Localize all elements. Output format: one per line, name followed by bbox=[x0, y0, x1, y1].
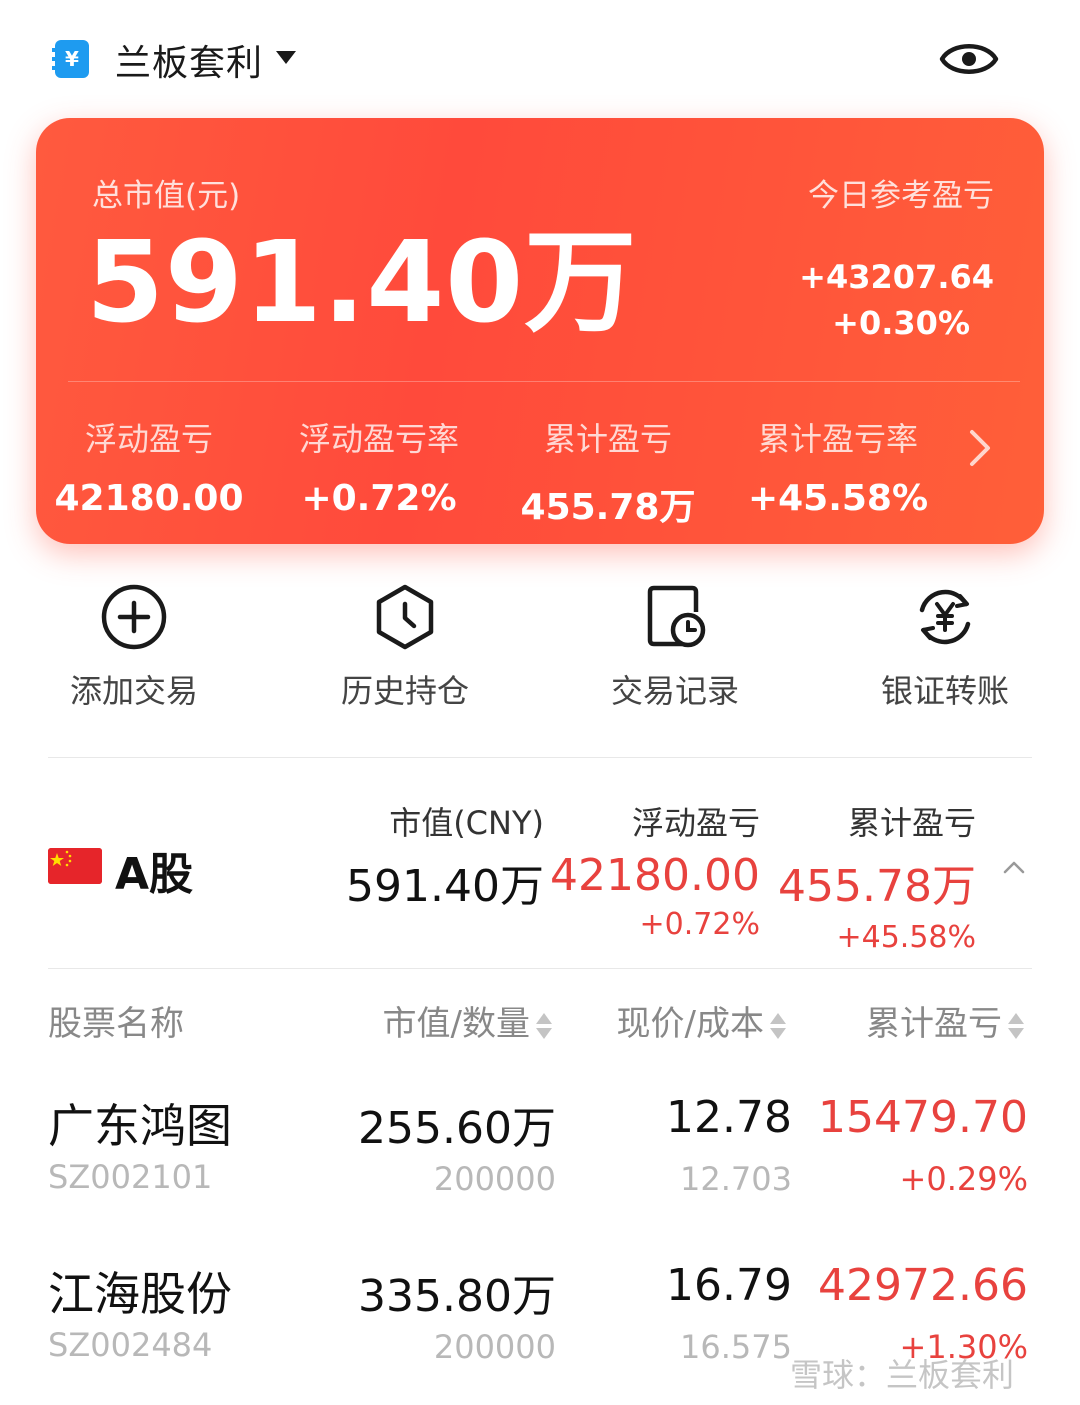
stock-code: SZ002101 bbox=[48, 1158, 213, 1196]
stock-cumulative-pl: 42972.66 bbox=[818, 1260, 1028, 1311]
account-icon-glyph: ¥ bbox=[65, 47, 79, 71]
account-name[interactable]: 兰板套利 bbox=[115, 34, 263, 86]
sort-icon[interactable] bbox=[770, 1010, 786, 1042]
stock-cumulative-pl: 15479.70 bbox=[818, 1092, 1028, 1143]
table-row[interactable]: 广东鸿图 SZ002101 255.60万 200000 12.78 12.70… bbox=[0, 1090, 1080, 1230]
stat-value: +45.58% bbox=[747, 478, 929, 519]
stock-cost: 12.703 bbox=[680, 1160, 792, 1198]
action-label: 交易记录 bbox=[610, 672, 739, 710]
wallet-yen-icon[interactable]: ¥ bbox=[52, 38, 92, 80]
stock-code: SZ002484 bbox=[48, 1326, 213, 1364]
china-flag-icon bbox=[48, 848, 102, 884]
stat-cumulative-pl-rate: 累计盈亏率 +45.58% bbox=[733, 414, 943, 519]
total-value: 591.40万 bbox=[86, 218, 638, 348]
column-header-market-value[interactable]: 市值/数量 bbox=[383, 996, 552, 1045]
chevron-right-icon[interactable] bbox=[964, 426, 994, 470]
total-value-label: 总市值(元) bbox=[92, 178, 241, 214]
column-header-stock-name: 股票名称 bbox=[48, 1004, 184, 1044]
sort-icon[interactable] bbox=[536, 1010, 552, 1042]
today-pl-percent: +0.30% bbox=[832, 304, 970, 342]
sort-icon[interactable] bbox=[1008, 1010, 1024, 1042]
market-floating-pl-value: 42180.00 bbox=[550, 850, 760, 901]
stat-floating-pl-rate: 浮动盈亏率 +0.72% bbox=[274, 414, 484, 519]
bank-securities-transfer-button[interactable]: 银证转账 bbox=[845, 582, 1045, 712]
stat-label: 浮动盈亏 bbox=[84, 420, 213, 458]
column-header-label: 现价/成本 bbox=[616, 1004, 764, 1044]
market-value-label: 市值(CNY) bbox=[389, 804, 544, 842]
yen-transfer-icon bbox=[910, 582, 980, 652]
clock-hexagon-icon bbox=[370, 582, 440, 652]
stock-price: 12.78 bbox=[666, 1092, 792, 1143]
stock-quantity: 200000 bbox=[433, 1160, 556, 1198]
stat-label: 累计盈亏 bbox=[543, 420, 672, 458]
column-header-cumulative-pl[interactable]: 累计盈亏 bbox=[866, 996, 1024, 1045]
column-header-label: 累计盈亏 bbox=[866, 1004, 1002, 1044]
trade-records-button[interactable]: 交易记录 bbox=[575, 582, 775, 712]
stock-quantity: 200000 bbox=[433, 1328, 556, 1366]
quick-actions: 添加交易 历史持仓 交易记录 银证转账 bbox=[0, 582, 1080, 722]
stat-value: 42180.00 bbox=[54, 478, 244, 519]
stock-market-value: 255.60万 bbox=[358, 1103, 556, 1154]
stat-value: 455.78万 bbox=[520, 487, 696, 528]
market-cumulative-pl-percent: +45.58% bbox=[836, 920, 976, 955]
column-header-label: 市值/数量 bbox=[382, 1004, 530, 1044]
market-cumulative-pl-label: 累计盈亏 bbox=[847, 804, 976, 842]
stock-market-value: 335.80万 bbox=[358, 1271, 556, 1322]
asset-summary-card[interactable]: 总市值(元) 今日参考盈亏 591.40万 +43207.64 +0.30% 浮… bbox=[36, 118, 1044, 544]
stat-floating-pl: 浮动盈亏 42180.00 bbox=[44, 414, 254, 519]
stat-label: 浮动盈亏率 bbox=[298, 420, 459, 458]
stock-price: 16.79 bbox=[666, 1260, 792, 1311]
eye-icon[interactable] bbox=[938, 34, 1000, 84]
section-divider bbox=[48, 968, 1032, 969]
stat-label: 累计盈亏率 bbox=[757, 420, 918, 458]
chevron-up-icon[interactable] bbox=[1002, 858, 1026, 876]
action-label: 历史持仓 bbox=[340, 672, 469, 710]
stock-cumulative-pl-percent: +0.29% bbox=[899, 1160, 1028, 1198]
market-value: 591.40万 bbox=[346, 861, 544, 912]
action-label: 添加交易 bbox=[69, 672, 198, 710]
market-floating-pl-percent: +0.72% bbox=[639, 907, 760, 942]
stock-name: 江海股份 bbox=[48, 1267, 232, 1321]
stat-cumulative-pl: 累计盈亏 455.78万 bbox=[503, 414, 713, 530]
market-name[interactable]: A股 bbox=[115, 838, 193, 902]
market-value-column: 市值(CNY) 591.40万 bbox=[346, 798, 544, 914]
market-floating-pl-column: 浮动盈亏 42180.00 +0.72% bbox=[550, 798, 760, 942]
market-cumulative-pl-value: 455.78万 bbox=[778, 861, 976, 912]
section-divider bbox=[48, 757, 1032, 758]
record-clock-icon bbox=[640, 582, 710, 652]
action-label: 银证转账 bbox=[880, 672, 1009, 710]
caret-down-icon[interactable] bbox=[276, 51, 296, 64]
market-floating-pl-label: 浮动盈亏 bbox=[631, 804, 760, 842]
stat-value: +0.72% bbox=[301, 478, 457, 519]
today-pl-amount: +43207.64 bbox=[799, 258, 994, 296]
history-holdings-button[interactable]: 历史持仓 bbox=[305, 582, 505, 712]
top-bar: ¥ 兰板套利 bbox=[0, 0, 1080, 118]
stock-name: 广东鸿图 bbox=[48, 1099, 232, 1153]
add-trade-button[interactable]: 添加交易 bbox=[34, 582, 234, 712]
plus-circle-icon bbox=[99, 582, 169, 652]
card-divider bbox=[68, 381, 1020, 382]
market-cumulative-pl-column: 累计盈亏 455.78万 +45.58% bbox=[778, 798, 976, 955]
stock-cost: 16.575 bbox=[680, 1328, 792, 1366]
column-header-price[interactable]: 现价/成本 bbox=[617, 996, 786, 1045]
today-pl-label: 今日参考盈亏 bbox=[808, 178, 994, 214]
watermark: 雪球：兰板套利 bbox=[790, 1356, 1015, 1394]
